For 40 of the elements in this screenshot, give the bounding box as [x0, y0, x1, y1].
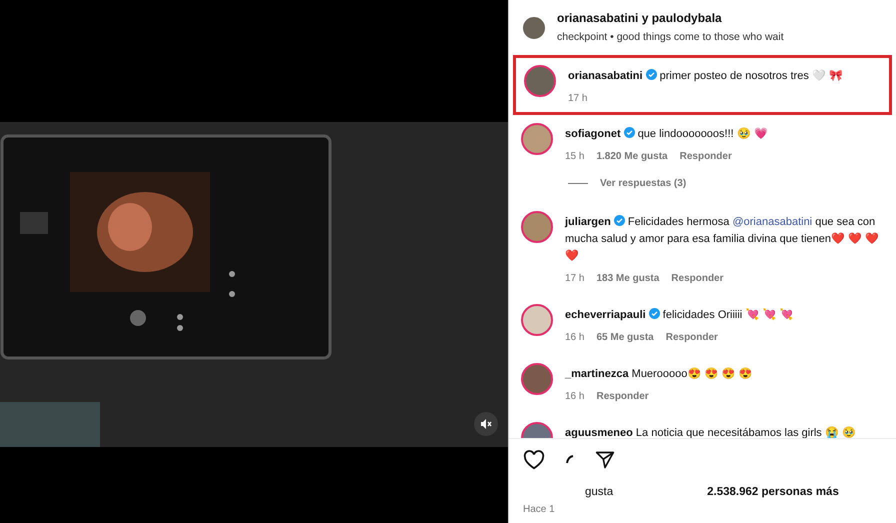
username-link[interactable]: echeverriapauli [565, 309, 646, 321]
avatar[interactable] [521, 211, 553, 243]
comment-text: echeverriapauli felicidades Oriiiii 💘 💘 💘 [565, 307, 794, 323]
username-link[interactable]: aguusmeneo [565, 427, 633, 438]
post-time: Hace 1 [523, 503, 556, 517]
likes-count[interactable]: 2.538.962 personas más [707, 484, 839, 502]
comment-text: orianasabatini primer posteo de nosotros tres 🤍 🎀 [568, 68, 843, 84]
comment-time: 15 h [565, 150, 584, 164]
username-link[interactable]: _martinezca [565, 368, 629, 380]
likes-count[interactable]: 183 Me gusta [596, 271, 660, 286]
username-link[interactable]: sofiagonet [565, 128, 621, 140]
comment-time: 17 h [568, 92, 588, 106]
reply-link[interactable]: Responder [666, 330, 718, 345]
post-subtitle: checkpoint • good things come to those who wait [557, 30, 784, 46]
avatar[interactable] [521, 304, 553, 336]
share-icon[interactable] [595, 450, 615, 470]
post-authors[interactable]: orianasabatini y paulodybala [557, 9, 784, 28]
likes-text: gusta [585, 485, 614, 500]
username-link[interactable]: orianasabatini [568, 70, 643, 82]
comment-icon[interactable] [565, 454, 575, 466]
view-replies-link[interactable]: Ver respuestas (3) [600, 176, 686, 191]
comment-text: _martinezca Muerooooo😍 😍 😍 😍 [565, 366, 752, 382]
comment-text: sofiagonet que lindooooooos!!! 🥹 💗 [565, 126, 768, 142]
avatar[interactable] [521, 123, 553, 155]
comment-time: 16 h [565, 390, 584, 404]
heart-icon[interactable] [523, 450, 545, 470]
reply-link[interactable]: Responder [596, 389, 649, 404]
username-link[interactable]: juliargen [565, 216, 611, 228]
avatar[interactable] [521, 363, 553, 395]
likes-count[interactable]: 65 Me gusta [596, 330, 654, 345]
mute-button[interactable] [474, 412, 498, 436]
avatar[interactable] [524, 65, 556, 97]
mention-link[interactable]: @orianasabatini [732, 216, 812, 228]
reply-link[interactable]: Responder [671, 271, 724, 286]
likes-count[interactable]: 1.820 Me gusta [596, 149, 668, 164]
reply-link[interactable]: Responder [680, 149, 732, 164]
comment-time: 16 h [565, 331, 584, 345]
comment-text: juliargen Felicidades hermosa @orianasabatini que sea con mucha salud y amor para esa familia divina que tienen❤ ❤ ❤ ❤ [565, 214, 880, 264]
comment-time: 17 h [565, 272, 584, 286]
muted-speaker-icon [480, 418, 492, 430]
